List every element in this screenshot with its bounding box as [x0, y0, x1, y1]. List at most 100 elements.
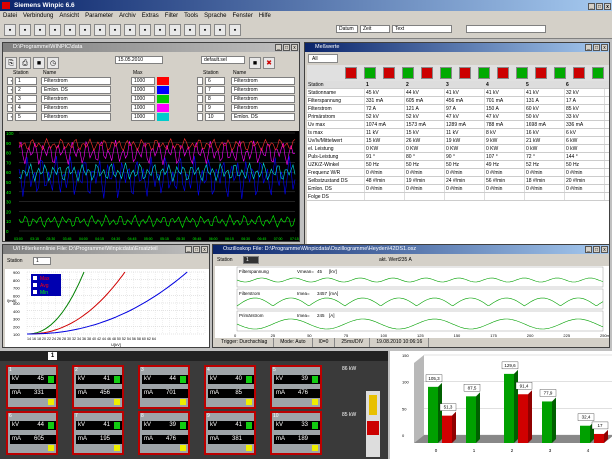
- channel-color[interactable]: [157, 113, 169, 121]
- legend-checkbox[interactable]: [33, 283, 37, 287]
- env-minimize[interactable]: _: [185, 246, 192, 253]
- env-maximize[interactable]: □: [193, 246, 200, 253]
- osc-maximize[interactable]: □: [593, 246, 600, 253]
- env-close[interactable]: x: [201, 246, 208, 253]
- station-status-icon[interactable]: [535, 67, 547, 79]
- wave-icon[interactable]: ▪: [154, 24, 166, 36]
- grid-icon[interactable]: ▪: [34, 24, 46, 36]
- minimize-button[interactable]: _: [588, 3, 595, 10]
- station-status-icon[interactable]: [497, 67, 509, 79]
- close-button[interactable]: x: [604, 3, 611, 10]
- channel-max[interactable]: 1000: [131, 95, 155, 103]
- bars-icon[interactable]: ▪: [139, 24, 151, 36]
- trend-minimize[interactable]: _: [275, 44, 282, 51]
- trend-close[interactable]: x: [291, 44, 298, 51]
- osc-station-select[interactable]: 1: [243, 256, 259, 264]
- channel-name[interactable]: Emlon. DS: [231, 113, 295, 121]
- station-status-icon[interactable]: [383, 67, 395, 79]
- channel-station[interactable]: 1: [15, 77, 37, 85]
- channel-color[interactable]: [157, 104, 169, 112]
- station-card[interactable]: 3 kV 44 mA 701: [138, 365, 190, 409]
- channel-station[interactable]: 9: [205, 104, 225, 112]
- station-status-icon[interactable]: [573, 67, 585, 79]
- zeit-field[interactable]: Zeit: [360, 25, 390, 33]
- channel-checkbox[interactable]: [197, 113, 203, 121]
- channel-station[interactable]: 7: [205, 86, 225, 94]
- station-status-icon[interactable]: [364, 67, 376, 79]
- trend-preset[interactable]: default.sel: [201, 56, 245, 64]
- meas-maximize[interactable]: □: [593, 44, 600, 51]
- channel-checkbox[interactable]: ✓: [7, 86, 13, 94]
- chart-icon[interactable]: ▪: [49, 24, 61, 36]
- channel-name[interactable]: Filterstrom: [231, 77, 295, 85]
- station-card[interactable]: 10 kV 33 mA 189: [270, 411, 322, 455]
- folder-icon[interactable]: ▪: [4, 24, 16, 36]
- menu-archiv[interactable]: Archiv: [116, 11, 139, 21]
- channel-checkbox[interactable]: ✓: [7, 77, 13, 85]
- env-station-select[interactable]: 1: [33, 257, 51, 265]
- channel-station[interactable]: 6: [205, 77, 225, 85]
- meas-minimize[interactable]: _: [585, 44, 592, 51]
- delete-icon[interactable]: ✖: [263, 57, 275, 69]
- save-icon[interactable]: ▪: [19, 24, 31, 36]
- channel-checkbox[interactable]: [197, 104, 203, 112]
- table-icon[interactable]: ▪: [184, 24, 196, 36]
- station-status-icon[interactable]: [345, 67, 357, 79]
- status-field[interactable]: [466, 25, 546, 33]
- clock-icon[interactable]: ◷: [47, 57, 59, 69]
- gauge-icon[interactable]: ▪: [169, 24, 181, 36]
- filter-icon[interactable]: ▪: [94, 24, 106, 36]
- station-status-icon[interactable]: [421, 67, 433, 79]
- channel-color[interactable]: [157, 77, 169, 85]
- channel-station[interactable]: 8: [205, 95, 225, 103]
- station-card[interactable]: 5 kV 39 mA 476: [270, 365, 322, 409]
- text-field[interactable]: Text: [392, 25, 452, 33]
- maximize-button[interactable]: □: [596, 3, 603, 10]
- channel-color[interactable]: [157, 86, 169, 94]
- menu-tools[interactable]: Tools: [181, 11, 201, 21]
- station-status-icon[interactable]: [592, 67, 604, 79]
- station-status-icon[interactable]: [554, 67, 566, 79]
- settings-icon[interactable]: ▪: [64, 24, 76, 36]
- save-preset-icon[interactable]: ■: [249, 57, 261, 69]
- menu-sprache[interactable]: Sprache: [201, 11, 229, 21]
- station-card[interactable]: 7 kV 41 mA 195: [72, 411, 124, 455]
- menu-parameter[interactable]: Parameter: [82, 11, 116, 21]
- station-card[interactable]: 6 kV 44 mA 605: [6, 411, 58, 455]
- channel-name[interactable]: Filterstrom: [41, 104, 111, 112]
- osc-close[interactable]: x: [601, 246, 608, 253]
- bulb-icon[interactable]: ▪: [124, 24, 136, 36]
- menu-ansicht[interactable]: Ansicht: [56, 11, 82, 21]
- legend-checkbox[interactable]: [33, 276, 37, 280]
- menu-filter[interactable]: Filter: [162, 11, 181, 21]
- station-card[interactable]: 4 kV 40 mA 85: [204, 365, 256, 409]
- channel-checkbox[interactable]: [197, 95, 203, 103]
- meas-close[interactable]: x: [601, 44, 608, 51]
- station-card[interactable]: 8 kV 39 mA 476: [138, 411, 190, 455]
- legend-checkbox[interactable]: [33, 290, 37, 294]
- channel-station[interactable]: 4: [15, 104, 37, 112]
- menu-hilfe[interactable]: Hilfe: [256, 11, 274, 21]
- channel-name[interactable]: Emlon. DS: [41, 86, 111, 94]
- channel-color[interactable]: [157, 95, 169, 103]
- print-icon[interactable]: ⎙: [19, 57, 31, 69]
- channel-name[interactable]: Filterstrom: [41, 77, 111, 85]
- channel-name[interactable]: Filterstrom: [41, 95, 111, 103]
- channel-name[interactable]: Filterstrom: [231, 86, 295, 94]
- help-icon[interactable]: ▪: [229, 24, 241, 36]
- window-icon[interactable]: ▪: [199, 24, 211, 36]
- channel-name[interactable]: Filterstrom: [231, 95, 295, 103]
- channel-checkbox[interactable]: ✓: [7, 104, 13, 112]
- channel-max[interactable]: 1000: [131, 86, 155, 94]
- channel-station[interactable]: 3: [15, 95, 37, 103]
- channel-checkbox[interactable]: [197, 77, 203, 85]
- channel-station[interactable]: 5: [15, 113, 37, 121]
- trend-date[interactable]: 15.05.2010: [115, 56, 163, 64]
- layout-icon[interactable]: ▪: [214, 24, 226, 36]
- station-card[interactable]: 9 kV 41 mA 381: [204, 411, 256, 455]
- channel-name[interactable]: Filterstrom: [41, 113, 111, 121]
- station-status-icon[interactable]: [478, 67, 490, 79]
- channel-checkbox[interactable]: ✓: [7, 113, 13, 121]
- open-icon[interactable]: ⎘: [5, 57, 17, 69]
- channel-station[interactable]: 10: [205, 113, 225, 121]
